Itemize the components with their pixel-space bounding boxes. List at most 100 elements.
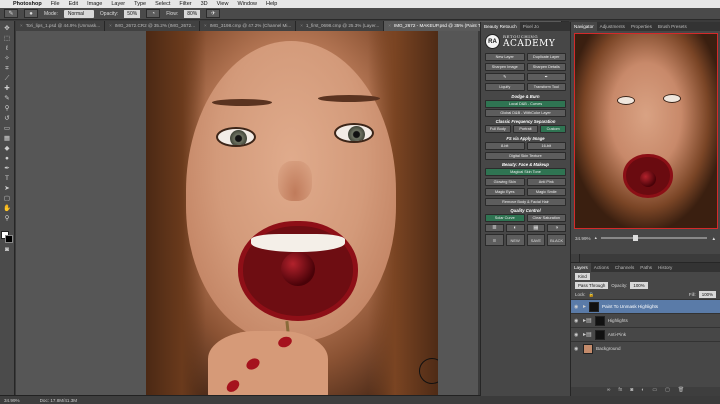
grid-icon[interactable]: ▦: [526, 224, 546, 232]
close-icon[interactable]: ×: [20, 21, 23, 31]
sharpen-image-button[interactable]: Sharpen Image: [485, 63, 525, 71]
app-menu[interactable]: Photoshop: [13, 1, 42, 7]
tab-actions[interactable]: Actions: [591, 263, 612, 272]
background-color[interactable]: [5, 235, 13, 243]
menu-image[interactable]: Image: [87, 1, 102, 7]
layer-opacity-field[interactable]: 100%: [630, 282, 648, 289]
trash-icon[interactable]: 🗑: [678, 387, 684, 396]
layer-row[interactable]: ◉ ▸▤ Anti-Pink: [571, 327, 720, 341]
blur-tool-icon[interactable]: ◆: [2, 145, 12, 152]
lasso-tool-icon[interactable]: ℓ: [2, 45, 12, 52]
zoom-out-icon[interactable]: ▴: [595, 235, 597, 241]
close-icon[interactable]: ×: [204, 21, 207, 31]
magic-eyes-button[interactable]: Magic Eyes: [485, 188, 525, 196]
flow-field[interactable]: 80%: [184, 9, 201, 18]
fx-icon[interactable]: fx: [618, 387, 622, 396]
close-icon[interactable]: ×: [109, 21, 112, 31]
sharpen-details-button[interactable]: Sharpen Details: [526, 63, 566, 71]
marquee-tool-icon[interactable]: ⬚: [2, 35, 12, 42]
pressure-opacity-icon[interactable]: ◔: [146, 9, 161, 18]
visibility-eye-icon[interactable]: ◉: [574, 304, 580, 310]
tab-history[interactable]: History: [655, 263, 675, 272]
new-layer-button[interactable]: New Layer: [485, 53, 525, 61]
zoom-level[interactable]: 34.99%: [4, 398, 20, 403]
healing-brush-icon[interactable]: ✚: [2, 85, 12, 92]
new-action-icon[interactable]: NEW: [505, 234, 525, 246]
layer-row[interactable]: ◉ ▸ Paint To Unmask Highlights: [571, 299, 720, 313]
navigator-thumbnail[interactable]: [574, 33, 718, 229]
menu-file[interactable]: File: [51, 1, 60, 7]
save-action-icon[interactable]: SAVE: [526, 234, 546, 246]
brush-preset-icon[interactable]: ●: [24, 9, 38, 18]
pen-icon-button[interactable]: ✒: [526, 73, 566, 81]
menu-window[interactable]: Window: [237, 1, 257, 7]
link-icon[interactable]: ∞: [607, 387, 611, 396]
portrait-photo[interactable]: [146, 31, 438, 395]
remove-hair-button[interactable]: Remove Body & Facial Hair: [485, 198, 566, 206]
hand-tool-icon[interactable]: ✋: [2, 205, 12, 212]
shape-tool-icon[interactable]: ▢: [2, 195, 12, 202]
fill-field[interactable]: 100%: [698, 291, 716, 298]
full-body-button[interactable]: Full Body: [485, 125, 511, 133]
liquify-button[interactable]: Liquify: [485, 83, 525, 91]
close-icon[interactable]: ×: [300, 21, 303, 31]
tab-adjustments[interactable]: Adjustments: [597, 22, 628, 31]
navigator-zoom[interactable]: 34.99%: [575, 236, 591, 241]
lock-icon[interactable]: 🔒: [589, 292, 594, 298]
clear-saturation-button[interactable]: Clear Saturation: [526, 214, 566, 222]
tab-pixel-juggler[interactable]: Pixel Jo: [520, 22, 542, 31]
layer-mask-thumbnail[interactable]: [594, 329, 605, 340]
menu-view[interactable]: View: [217, 1, 229, 7]
adjustment-layer-icon[interactable]: ◐: [641, 387, 644, 396]
anti-pink-button[interactable]: Anti Pink: [526, 178, 566, 186]
kind-filter[interactable]: Kind: [575, 273, 590, 280]
color-swatches[interactable]: [1, 231, 13, 243]
tab-document[interactable]: × IMG_2672.CR2 @ 35.2% (IMG_2672...: [105, 21, 200, 31]
magical-skin-tone-button[interactable]: Magical Skin Tone: [485, 168, 566, 176]
mode-select[interactable]: Normal: [63, 9, 94, 18]
transform-tool-button[interactable]: Transform Tool: [526, 83, 566, 91]
gradient-tool-icon[interactable]: ▦: [2, 135, 12, 142]
eyedropper-icon[interactable]: ⟋: [2, 75, 12, 82]
visibility-eye-icon[interactable]: ◉: [574, 332, 580, 338]
tab-brush-presets[interactable]: Brush Presets: [655, 22, 690, 31]
canvas-workspace[interactable]: [16, 31, 478, 395]
layer-mask-thumbnail[interactable]: [594, 315, 605, 326]
global-dodge-burn-button[interactable]: Global D&B - WithColor Layer: [485, 109, 566, 117]
dodge-tool-icon[interactable]: ●: [2, 155, 12, 162]
tab-properties[interactable]: Properties: [628, 22, 655, 31]
16-bit-button[interactable]: 16-bit: [526, 142, 566, 150]
blend-mode-select[interactable]: Pass Through: [575, 282, 609, 289]
brush-icon-button[interactable]: ✎: [485, 73, 525, 81]
brush-tool-icon[interactable]: ✎: [2, 95, 12, 102]
close-icon[interactable]: ×: [388, 21, 391, 31]
8-bit-button[interactable]: 8-bit: [485, 142, 525, 150]
clone-stamp-icon[interactable]: ⚲: [2, 105, 12, 112]
digital-skin-texture-button[interactable]: Digital Skin Texture: [485, 152, 566, 160]
contrast-icon[interactable]: ◐: [505, 224, 525, 232]
tab-paths[interactable]: Paths: [637, 263, 655, 272]
opacity-field[interactable]: 50%: [124, 9, 141, 18]
menu-layer[interactable]: Layer: [111, 1, 125, 7]
pen-tool-icon[interactable]: ✒: [2, 165, 12, 172]
menu-select[interactable]: Select: [155, 1, 170, 7]
add-mask-icon[interactable]: ◙: [630, 387, 633, 396]
duplicate-layer-button[interactable]: Duplicate Layer: [526, 53, 566, 61]
new-group-icon[interactable]: ▭: [652, 387, 657, 396]
path-select-icon[interactable]: ➤: [2, 185, 12, 192]
tab-navigator[interactable]: Navigator: [571, 22, 597, 31]
layer-mask-thumbnail[interactable]: [589, 301, 600, 312]
tab-beauty-retouch[interactable]: Beauty Retouch: [481, 22, 520, 31]
stack-icon[interactable]: ☰: [485, 234, 504, 246]
magic-wand-icon[interactable]: ✧: [2, 55, 12, 62]
history-brush-icon[interactable]: ↺: [2, 115, 12, 122]
tab-channels[interactable]: Channels: [612, 263, 637, 272]
type-tool-icon[interactable]: T: [2, 175, 12, 182]
zoom-in-icon[interactable]: ▲: [711, 236, 716, 241]
tab-layers[interactable]: Layers: [571, 263, 591, 272]
menu-help[interactable]: Help: [266, 1, 277, 7]
tab-document[interactable]: × Tori_lips_1.psd @ 44.9% (Unmask...: [16, 21, 106, 31]
tab-document[interactable]: × 1_first_0698.cmp @ 25.3% (Layer...: [296, 21, 385, 31]
glowing-skin-button[interactable]: Glowing Skin: [485, 178, 525, 186]
airbrush-icon[interactable]: ✈: [206, 9, 221, 18]
